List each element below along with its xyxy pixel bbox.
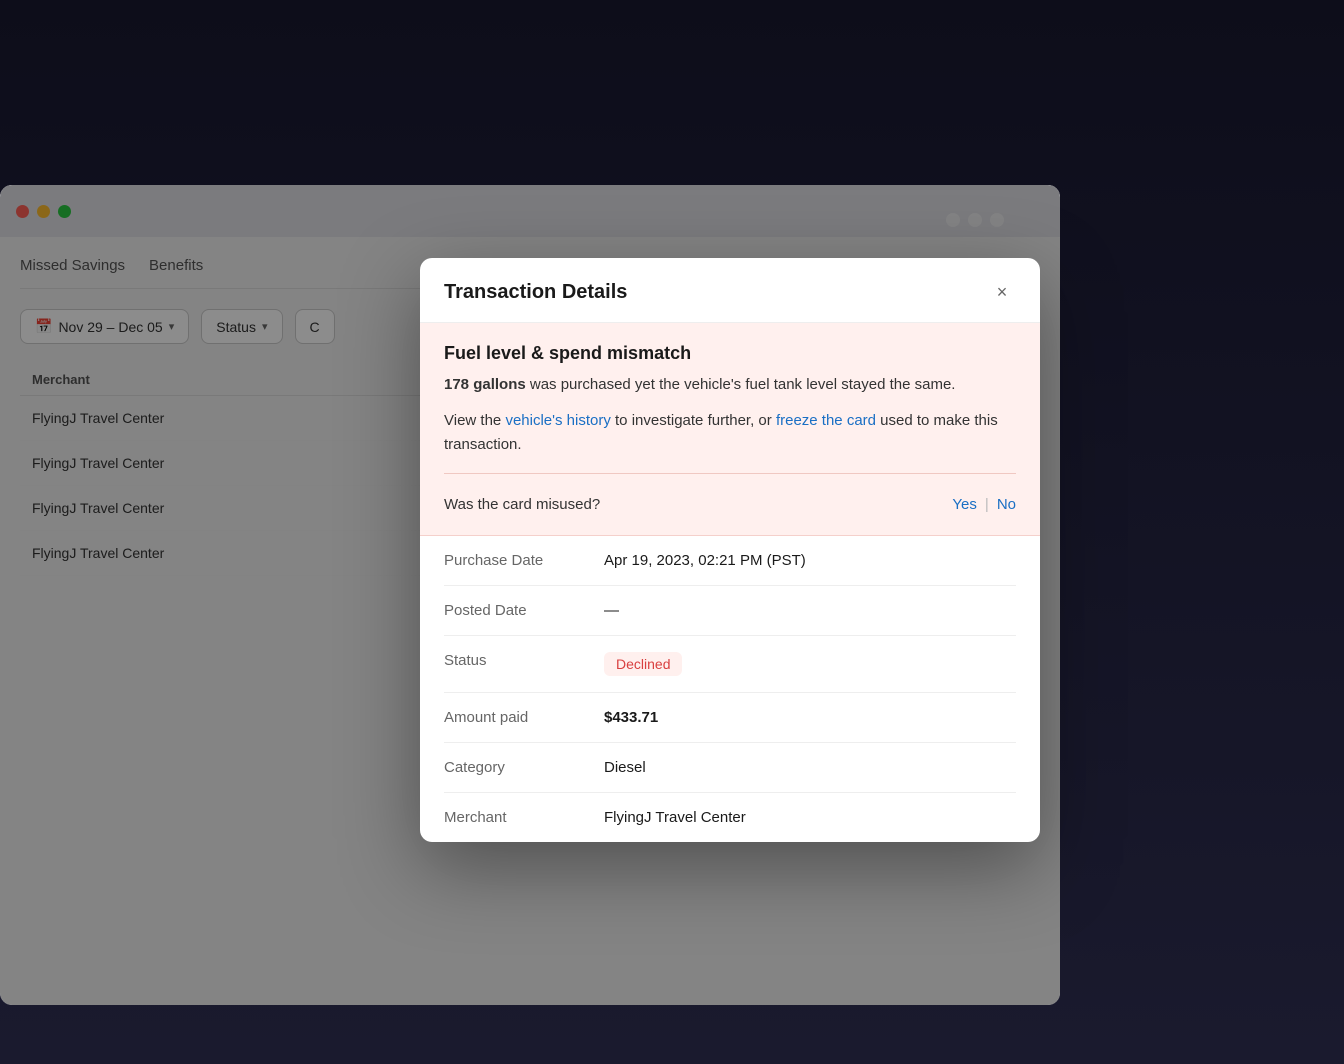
chrome-dot-1 <box>946 213 960 227</box>
category-value: Diesel <box>604 759 1016 776</box>
alert-links: View the vehicle's history to investigat… <box>444 409 1016 457</box>
alert-link-text-1: View the <box>444 412 505 429</box>
purchase-date-value: Apr 19, 2023, 02:21 PM (PST) <box>604 552 1016 569</box>
alert-body-suffix: was purchased yet the vehicle's fuel tan… <box>526 376 956 393</box>
category-row: Category Diesel <box>444 743 1016 793</box>
status-badge: Declined <box>604 652 682 676</box>
misuse-yes-button[interactable]: Yes <box>952 496 976 513</box>
purchase-date-row: Purchase Date Apr 19, 2023, 02:21 PM (PS… <box>444 536 1016 586</box>
misuse-actions: Yes | No <box>952 496 1016 513</box>
freeze-card-link[interactable]: freeze the card <box>776 412 876 429</box>
alert-link-text-2: to investigate further, or <box>611 412 776 429</box>
merchant-row: Merchant FlyingJ Travel Center <box>444 793 1016 842</box>
status-row: Status Declined <box>444 636 1016 693</box>
alert-gallons: 178 gallons <box>444 376 526 393</box>
alert-body: 178 gallons was purchased yet the vehicl… <box>444 374 1016 397</box>
posted-date-value: — <box>604 602 1016 619</box>
modal-close-button[interactable]: × <box>988 278 1016 306</box>
misuse-row: Was the card misused? Yes | No <box>444 490 1016 515</box>
transaction-details-modal: Transaction Details × Fuel level & spend… <box>420 258 1040 842</box>
purchase-date-label: Purchase Date <box>444 552 604 569</box>
modal-title: Transaction Details <box>444 281 627 304</box>
merchant-value: FlyingJ Travel Center <box>604 809 1016 826</box>
pipe-divider: | <box>985 496 989 513</box>
chrome-dot-2 <box>968 213 982 227</box>
misuse-no-button[interactable]: No <box>997 496 1016 513</box>
posted-date-label: Posted Date <box>444 602 604 619</box>
window-chrome-dots <box>946 213 1004 227</box>
posted-date-row: Posted Date — <box>444 586 1016 636</box>
amount-label: Amount paid <box>444 709 604 726</box>
chrome-dot-3 <box>990 213 1004 227</box>
amount-value: $433.71 <box>604 709 1016 726</box>
merchant-label: Merchant <box>444 809 604 826</box>
status-value: Declined <box>604 652 1016 676</box>
amount-row: Amount paid $433.71 <box>444 693 1016 743</box>
alert-title: Fuel level & spend mismatch <box>444 343 1016 364</box>
misuse-question: Was the card misused? <box>444 496 600 513</box>
vehicle-history-link[interactable]: vehicle's history <box>505 412 610 429</box>
status-label: Status <box>444 652 604 669</box>
category-label: Category <box>444 759 604 776</box>
modal-header: Transaction Details × <box>420 258 1040 323</box>
alert-banner: Fuel level & spend mismatch 178 gallons … <box>420 323 1040 536</box>
alert-divider <box>444 473 1016 474</box>
detail-rows: Purchase Date Apr 19, 2023, 02:21 PM (PS… <box>420 536 1040 842</box>
